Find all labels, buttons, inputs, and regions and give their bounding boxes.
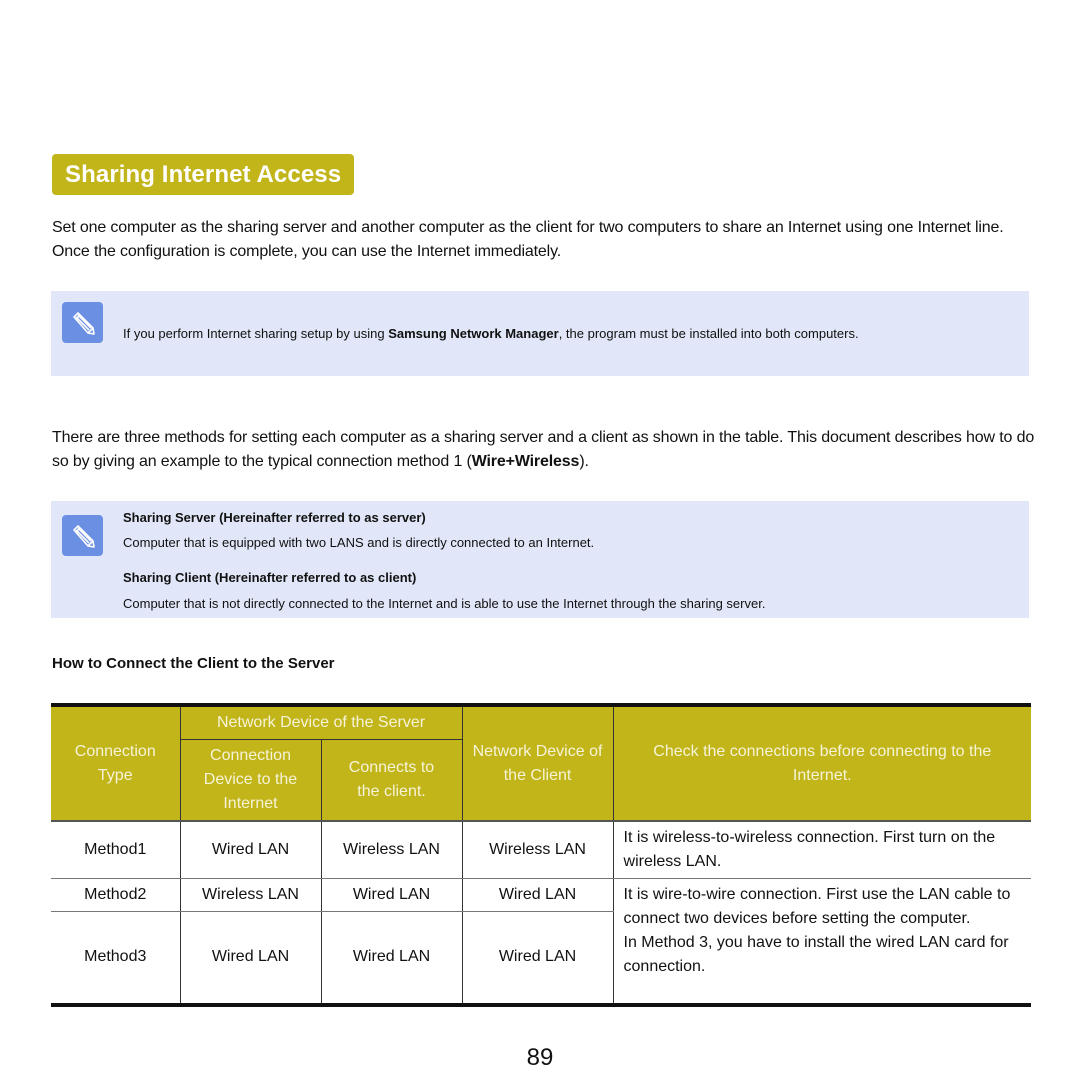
note-box-network-manager: If you perform Internet sharing setup by… [51, 291, 1029, 376]
cell-server-to-client: Wireless LAN [320, 821, 463, 879]
cell-client-device: Wireless LAN [461, 821, 614, 879]
connection-methods-table: Connection Type Network Device of the Se… [51, 703, 1032, 1007]
note-method3: In Method 3, you have to install the wir… [623, 933, 1009, 975]
page-title: Sharing Internet Access [65, 160, 342, 188]
header-client-device: Network Device of the Client [461, 703, 614, 822]
cell-method: Method1 [51, 821, 181, 879]
cell-server-to-client: Wired LAN [320, 878, 463, 912]
pencil-icon [62, 302, 103, 343]
header-server-client-connection: Connects to the client. [320, 739, 463, 822]
pencil-icon [62, 515, 103, 556]
cell-note: It is wireless-to-wireless connection. F… [612, 821, 1032, 879]
header-server-internet-device: Connection Device to the Internet [180, 739, 322, 822]
note-text: If you perform Internet sharing setup by… [123, 326, 859, 341]
client-definition-text: Computer that is not directly connected … [123, 596, 766, 611]
cell-client-device: Wired LAN [461, 878, 614, 912]
note-method2: It is wire-to-wire connection. First use… [623, 885, 1011, 927]
table-row: Method1 Wired LAN Wireless LAN Wireless … [51, 821, 1032, 879]
method-emphasis: Wire+Wireless [471, 453, 580, 470]
cell-note-shared: It is wire-to-wire connection. First use… [612, 878, 1032, 1007]
header-check-connections: Check the connections before connecting … [612, 703, 1032, 822]
methods-intro-paragraph: There are three methods for setting each… [52, 429, 1035, 470]
section-heading: How to Connect the Client to the Server [52, 655, 335, 672]
server-definition-text: Computer that is equipped with two LANS … [123, 535, 595, 550]
server-definition-term: Sharing Server (Hereinafter referred to … [123, 510, 426, 525]
intro-paragraph: Set one computer as the sharing server a… [52, 219, 1004, 260]
section-title-badge: Sharing Internet Access [52, 154, 355, 195]
cell-method: Method3 [51, 911, 181, 1007]
client-definition-term: Sharing Client (Hereinafter referred to … [123, 570, 417, 585]
program-name: Samsung Network Manager [388, 326, 559, 341]
cell-server-internet: Wired LAN [179, 911, 322, 1007]
table-row: Method2 Wireless LAN Wired LAN Wired LAN… [51, 878, 1032, 1007]
cell-server-to-client: Wired LAN [320, 911, 463, 1007]
cell-method: Method2 [51, 878, 181, 912]
header-connection-type: Connection Type [51, 703, 181, 822]
page-number: 89 [526, 1044, 554, 1071]
cell-server-internet: Wireless LAN [179, 878, 322, 912]
header-server-device-group: Network Device of the Server [179, 703, 463, 740]
cell-client-device: Wired LAN [461, 911, 614, 1007]
cell-server-internet: Wired LAN [179, 821, 322, 879]
note-box-definitions: Sharing Server (Hereinafter referred to … [51, 501, 1029, 618]
